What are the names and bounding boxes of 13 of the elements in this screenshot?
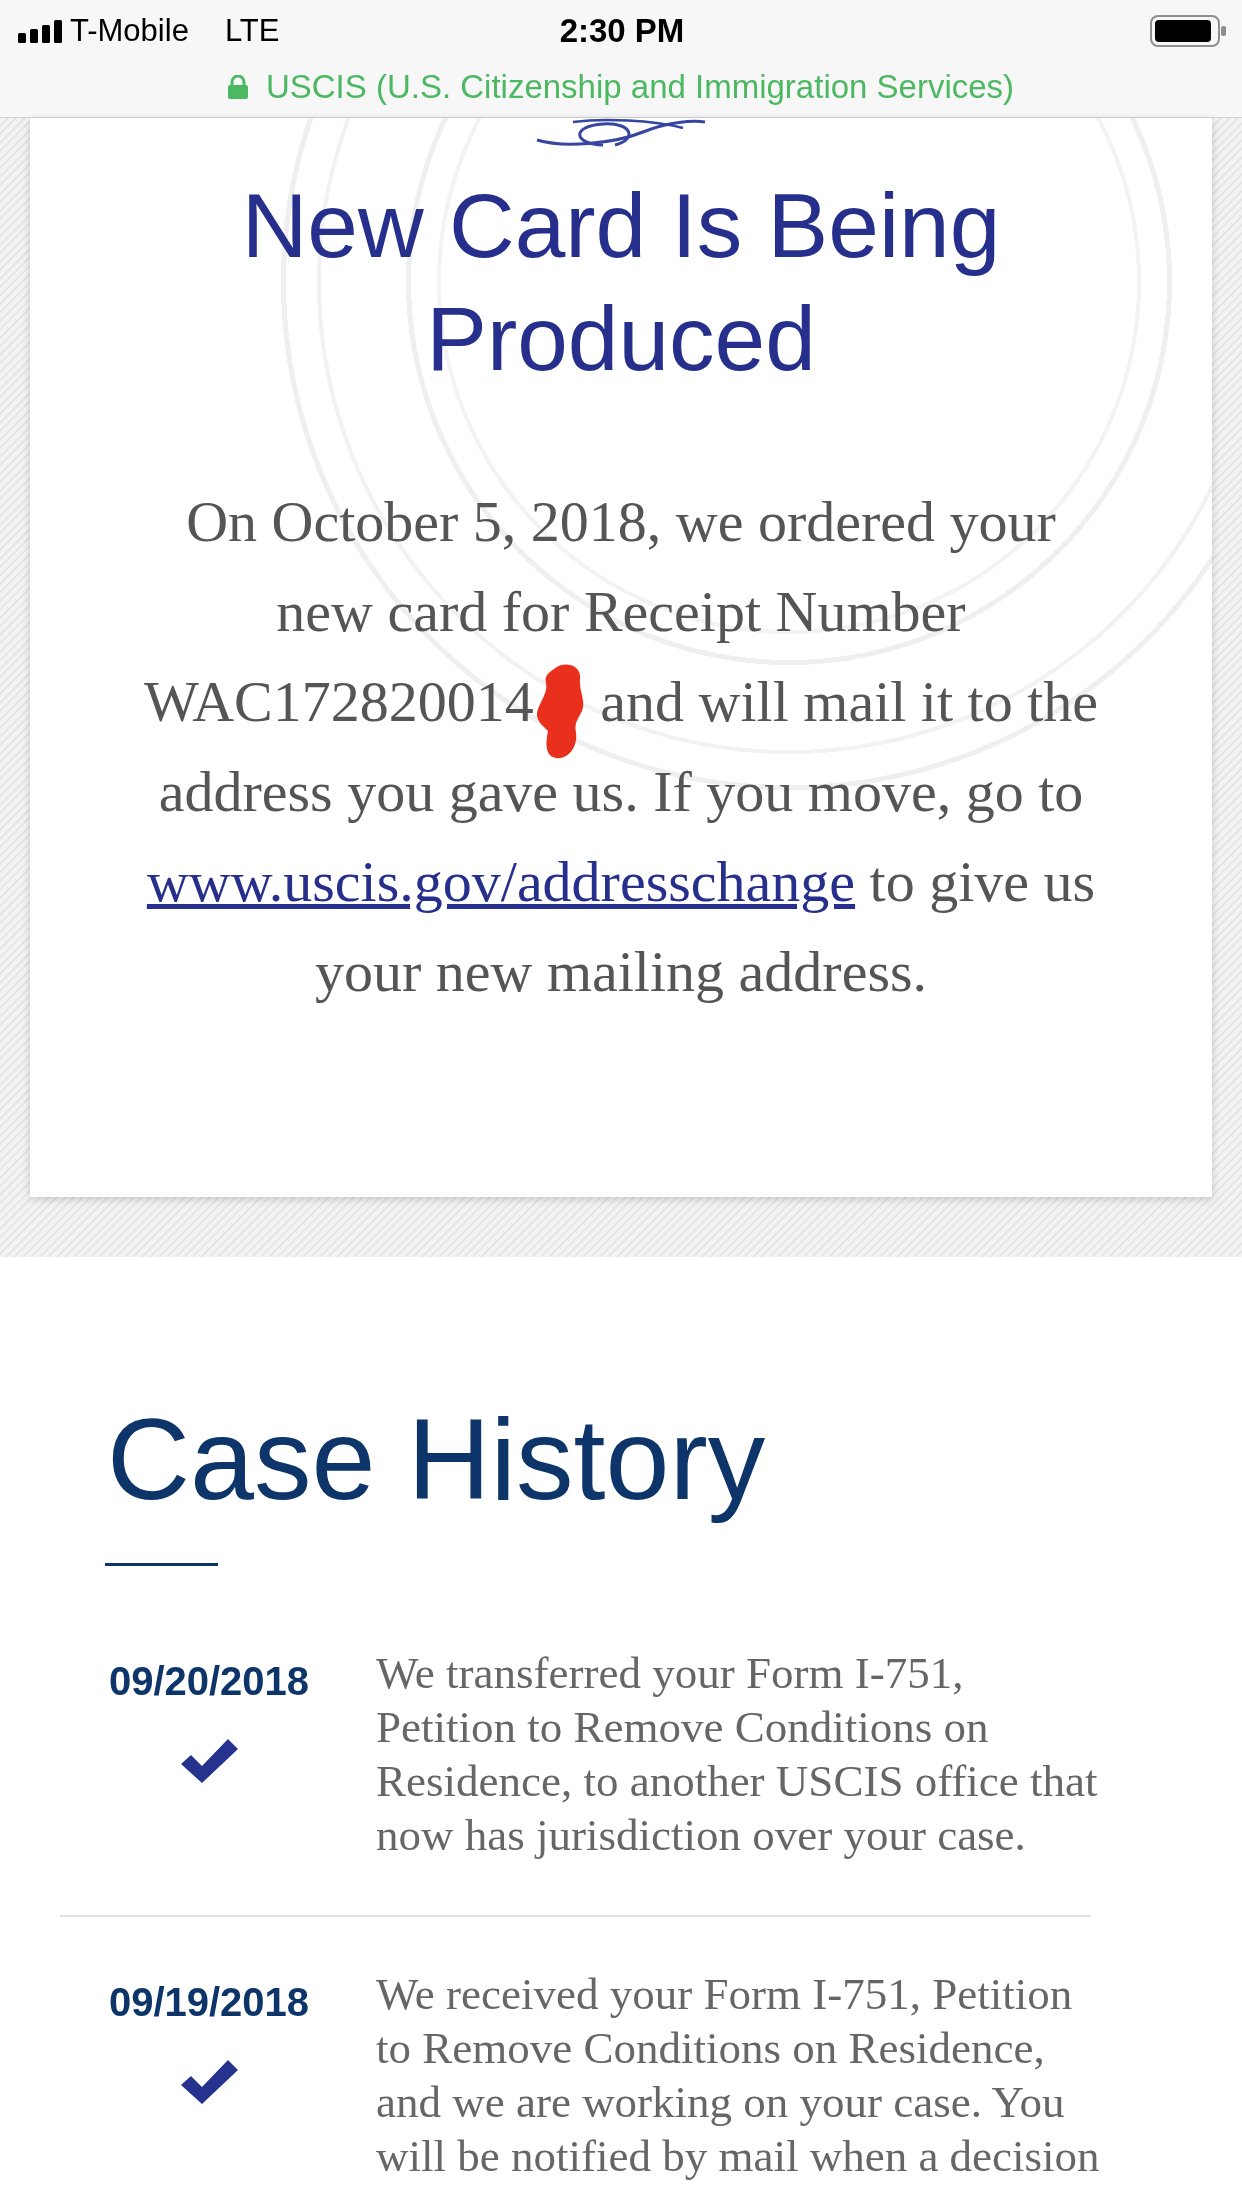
- history-description: We transferred your Form I-751, Petition to Remove Conditions on Residence, to another USCIS office that now has jurisdiction over your case.: [376, 1647, 1099, 1862]
- battery-icon: [1150, 15, 1226, 47]
- network-type: LTE: [224, 13, 280, 49]
- history-date: 09/20/2018: [108, 1658, 310, 1705]
- case-history-heading: Case History: [107, 1394, 766, 1525]
- signal-bars-icon: [18, 19, 62, 43]
- history-date: 09/19/2018: [108, 1979, 310, 2026]
- status-message: On October 5, 2018, we ordered your new card for Receipt Number WAC172820014 and will mail it to the address you gave us. If you move, go to www.uscis.gov/addresschange to give us your new mailing address.: [142, 488, 1100, 1006]
- carrier-name: T-Mobile: [70, 13, 189, 49]
- address-change-link[interactable]: www.uscis.gov/addresschange: [146, 849, 856, 914]
- history-description: We received your Form I-751, Petition to Remove Conditions on Residence, and we are working on your case. You will be notified by mail when a decision: [376, 1968, 1101, 2183]
- card-title: New Card Is Being Produced: [240, 174, 1002, 391]
- clock-time: 2:30 PM: [559, 12, 685, 50]
